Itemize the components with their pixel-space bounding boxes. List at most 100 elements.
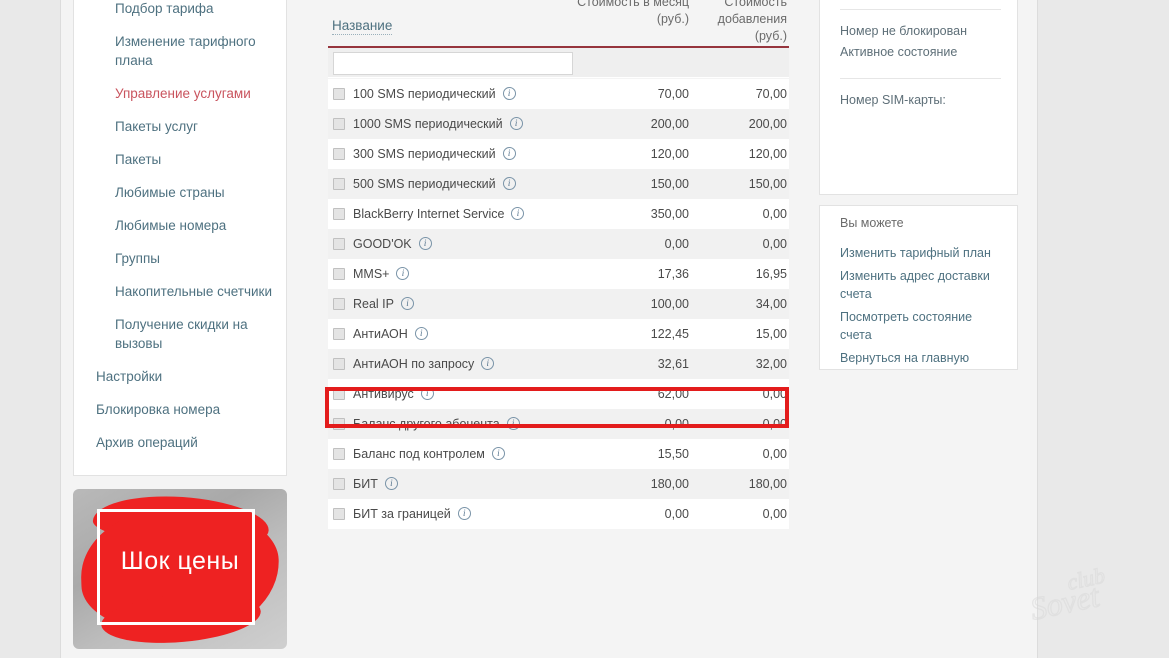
services-table-header: Название Стоимость в месяц (руб.) Стоимо… — [328, 0, 789, 46]
info-icon[interactable]: i — [401, 296, 414, 310]
sidebar-item-9[interactable]: Получение скидки на вызовы — [74, 308, 286, 360]
row-checkbox[interactable] — [333, 178, 345, 190]
page-root: Подбор тарифа Изменение тарифного плана Уп… — [0, 0, 1169, 658]
column-header-month-cost: Стоимость в месяц (руб.) — [577, 0, 689, 26]
row-checkbox[interactable] — [333, 448, 345, 460]
month-cost-value: 100,00 — [650, 297, 689, 311]
info-icon[interactable]: i — [502, 86, 516, 100]
column-header-name[interactable]: Название — [332, 18, 393, 35]
row-checkbox[interactable] — [333, 328, 345, 340]
sidebar-item-7[interactable]: Группы — [74, 242, 286, 275]
table-row[interactable]: БИТ за границей i 0,00 0,00 — [328, 499, 789, 529]
table-row[interactable]: АнтиАОН по запросу i 32,61 32,00 — [328, 349, 789, 379]
info-icon[interactable]: i — [396, 266, 410, 280]
column-header-add-cost: Стоимость добавления (руб.) — [717, 0, 787, 43]
sidebar-item-12[interactable]: Архив операций — [74, 426, 286, 459]
service-name: Антивирус — [353, 387, 414, 401]
info-icon[interactable]: i — [509, 116, 523, 130]
you-can-link-2[interactable]: Посмотреть состояние счета — [840, 308, 1001, 344]
table-row[interactable]: 1000 SMS периодический i 200,00 200,00 — [328, 109, 789, 139]
table-row[interactable]: 100 SMS периодический i 70,00 70,00 — [328, 79, 789, 109]
table-row[interactable]: АнтиАОН i 122,45 15,00 — [328, 319, 789, 349]
add-cost-value: 0,00 — [762, 207, 787, 221]
services-table-body: 100 SMS периодический i 70,00 70,00 1000 SMS… — [328, 79, 789, 658]
service-name: 1000 SMS периодический — [353, 117, 503, 131]
add-cost-value: 120,00 — [748, 147, 787, 161]
table-row[interactable]: Баланс другого абонента i 0,00 0,00 — [328, 409, 789, 439]
name-filter-input[interactable] — [333, 52, 573, 75]
info-icon[interactable]: i — [481, 356, 495, 370]
info-icon[interactable]: i — [502, 176, 516, 190]
service-name: Баланс под контролем — [353, 447, 485, 461]
info-icon[interactable]: i — [502, 146, 516, 160]
table-row[interactable]: 300 SMS периодический i 120,00 120,00 — [328, 139, 789, 169]
row-checkbox[interactable] — [333, 148, 345, 160]
add-cost-value: 34,00 — [755, 297, 787, 311]
promo-banner-image[interactable]: Шок цены — [73, 489, 287, 649]
row-checkbox[interactable] — [333, 268, 345, 280]
you-can-links: Изменить тарифный план Изменить адрес дос… — [840, 244, 1001, 367]
service-name: БИТ за границей — [353, 507, 451, 521]
month-cost-value: 32,61 — [657, 357, 689, 371]
add-cost-value: 70,00 — [755, 87, 787, 101]
table-row[interactable]: GOOD'OK i 0,00 0,00 — [328, 229, 789, 259]
sidebar-item-8[interactable]: Накопительные счетчики — [74, 275, 286, 308]
table-row[interactable]: БИТ i 180,00 180,00 — [328, 469, 789, 499]
info-icon[interactable]: i — [418, 236, 432, 250]
sidebar-item-4[interactable]: Пакеты — [74, 143, 286, 176]
sidebar-item-5[interactable]: Любимые страны — [74, 176, 286, 209]
info-icon[interactable]: i — [491, 446, 505, 460]
service-name: Real IP — [353, 297, 394, 311]
service-name: 500 SMS периодический — [353, 177, 496, 191]
month-cost-value: 62,00 — [657, 387, 689, 401]
month-cost-value: 350,00 — [650, 207, 689, 221]
you-can-link-3[interactable]: Вернуться на главную — [840, 349, 1001, 367]
service-name: GOOD'OK — [353, 237, 412, 251]
info-icon[interactable]: i — [420, 386, 434, 400]
row-checkbox[interactable] — [333, 118, 345, 130]
row-checkbox[interactable] — [333, 418, 345, 430]
promo-banner[interactable]: Шок цены — [73, 489, 287, 658]
month-cost-value: 15,50 — [657, 447, 689, 461]
month-cost-value: 150,00 — [650, 177, 689, 191]
sidebar-item-6[interactable]: Любимые номера — [74, 209, 286, 242]
table-row[interactable]: BlackBerry Internet Service i 350,00 0,00 — [328, 199, 789, 229]
info-icon[interactable]: i — [511, 206, 525, 220]
table-row[interactable]: 500 SMS периодический i 150,00 150,00 — [328, 169, 789, 199]
you-can-title: Вы можете — [840, 216, 904, 230]
row-checkbox[interactable] — [333, 358, 345, 370]
info-icon[interactable]: i — [414, 326, 428, 340]
table-row[interactable]: MMS+ i 17,36 16,95 — [328, 259, 789, 289]
you-can-link-0[interactable]: Изменить тарифный план — [840, 244, 1001, 262]
sidebar-item-1[interactable]: Изменение тарифного плана — [74, 25, 286, 77]
sidebar-item-10[interactable]: Настройки — [74, 360, 286, 393]
filter-row — [328, 48, 789, 78]
active-status-text: Активное состояние — [840, 45, 958, 59]
info-icon[interactable]: i — [384, 476, 398, 490]
month-cost-value: 0,00 — [664, 507, 689, 521]
info-icon[interactable]: i — [457, 506, 471, 520]
add-cost-value: 0,00 — [762, 387, 787, 401]
add-cost-value: 150,00 — [748, 177, 787, 191]
table-row[interactable]: Баланс под контролем i 15,50 0,00 — [328, 439, 789, 469]
sidebar-item-11[interactable]: Блокировка номера — [74, 393, 286, 426]
table-row[interactable]: Real IP i 100,00 34,00 — [328, 289, 789, 319]
sidebar-item-0[interactable]: Подбор тарифа — [74, 0, 286, 25]
sidebar-item-2[interactable]: Управление услугами — [74, 77, 286, 110]
row-checkbox[interactable] — [333, 208, 345, 220]
you-can-link-1[interactable]: Изменить адрес доставки счета — [840, 267, 1001, 303]
sidebar-item-3[interactable]: Пакеты услуг — [74, 110, 286, 143]
table-row[interactable]: Антивирус i 62,00 0,00 — [328, 379, 789, 409]
row-checkbox[interactable] — [333, 88, 345, 100]
row-checkbox[interactable] — [333, 298, 345, 310]
add-cost-value: 16,95 — [755, 267, 787, 281]
row-checkbox[interactable] — [333, 508, 345, 520]
row-checkbox[interactable] — [333, 238, 345, 250]
info-icon[interactable]: i — [506, 416, 520, 430]
row-checkbox[interactable] — [333, 478, 345, 490]
month-cost-value: 200,00 — [650, 117, 689, 131]
row-checkbox[interactable] — [333, 388, 345, 400]
block-status-text: Номер не блокирован — [840, 24, 967, 38]
sovetclub-watermark: club Sovet — [1026, 562, 1147, 636]
panel-divider-1 — [840, 9, 1001, 10]
